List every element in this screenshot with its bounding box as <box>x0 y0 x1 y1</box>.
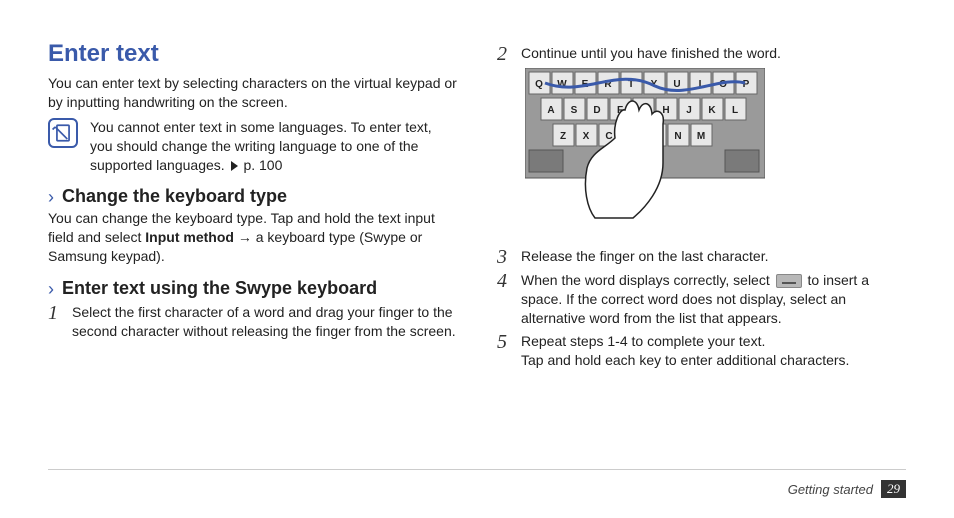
step-1: 1 Select the first character of a word a… <box>48 303 457 341</box>
footer-page-number: 29 <box>881 480 906 498</box>
svg-text:N: N <box>674 131 681 142</box>
svg-text:A: A <box>547 105 554 116</box>
footer-rule <box>48 469 906 470</box>
svg-text:K: K <box>708 105 716 116</box>
subheading-change-keyboard: › Change the keyboard type <box>48 186 457 207</box>
svg-text:J: J <box>686 105 692 116</box>
note-icon <box>48 118 78 148</box>
step-2: 2 Continue until you have finished the w… <box>497 44 906 64</box>
step-3: 3 Release the finger on the last charact… <box>497 247 906 267</box>
page-title: Enter text <box>48 40 457 68</box>
note-text: You cannot enter text in some languages.… <box>90 118 457 175</box>
svg-text:Z: Z <box>560 131 566 142</box>
chevron-icon: › <box>48 188 54 206</box>
svg-text:Q: Q <box>535 79 543 90</box>
left-column: Enter text You can enter text by selecti… <box>48 40 457 440</box>
svg-text:P: P <box>743 79 750 90</box>
spacebar-icon <box>776 274 802 288</box>
note-box: You cannot enter text in some languages.… <box>48 118 457 175</box>
svg-text:X: X <box>583 131 590 142</box>
svg-text:D: D <box>593 105 600 116</box>
triangle-icon <box>231 161 238 171</box>
right-column: 2 Continue until you have finished the w… <box>497 40 906 440</box>
svg-text:M: M <box>697 131 705 142</box>
svg-text:H: H <box>662 105 669 116</box>
subheading-swype: › Enter text using the Swype keyboard <box>48 278 457 299</box>
change-keyboard-body: You can change the keyboard type. Tap an… <box>48 209 457 266</box>
svg-text:U: U <box>673 79 680 90</box>
swype-illustration: MNBVCXZLKJHGFDSAPOIUYTREWQ <box>525 68 765 241</box>
intro-text: You can enter text by selecting characte… <box>48 74 457 112</box>
chevron-icon: › <box>48 280 54 298</box>
svg-text:L: L <box>732 105 738 116</box>
footer-section: Getting started <box>788 482 873 497</box>
page-footer: Getting started 29 <box>788 480 906 498</box>
step-4: 4 When the word displays correctly, sele… <box>497 271 906 328</box>
step-5: 5 Repeat steps 1-4 to complete your text… <box>497 332 906 370</box>
svg-text:S: S <box>571 105 578 116</box>
